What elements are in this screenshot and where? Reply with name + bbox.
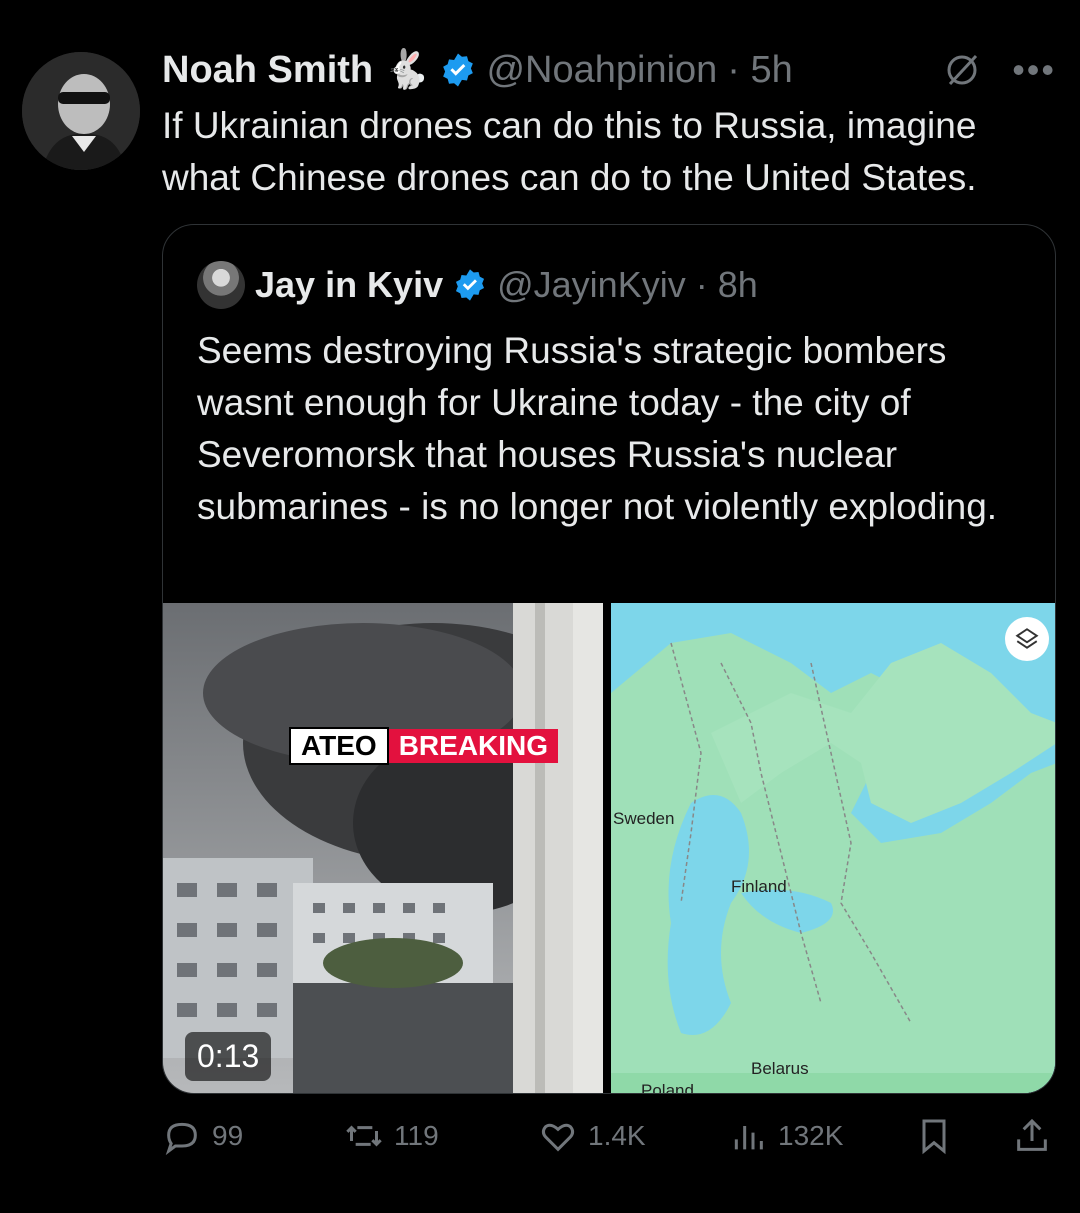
reply-icon xyxy=(165,1122,197,1156)
badge-breaking: BREAKING xyxy=(388,729,559,763)
like-button[interactable]: 1.4K xyxy=(538,1116,646,1156)
quoted-author-handle[interactable]: @JayinKyiv xyxy=(497,264,686,306)
map-embed[interactable]: Sweden Finland Belarus Poland xyxy=(611,603,1055,1094)
bookmark-icon xyxy=(922,1119,946,1155)
share-button[interactable] xyxy=(1012,1116,1052,1156)
map-label-finland: Finland xyxy=(731,877,787,896)
post-time[interactable]: · 5h xyxy=(727,49,792,92)
post-text: If Ukrainian drones can do this to Russi… xyxy=(162,105,977,198)
quoted-post-time[interactable]: · 8h xyxy=(696,264,758,306)
view-count: 132K xyxy=(778,1120,844,1151)
repost-button[interactable]: 119 xyxy=(344,1116,439,1156)
layers-icon xyxy=(1015,628,1039,649)
explosion-scene-image xyxy=(163,603,603,1093)
map-label-belarus: Belarus xyxy=(751,1059,809,1078)
repost-count: 119 xyxy=(394,1120,439,1151)
video-thumbnail[interactable]: ATEO BREAKING 0:13 xyxy=(163,603,603,1093)
map-label-sweden: Sweden xyxy=(613,809,675,828)
bookmark-button[interactable] xyxy=(914,1116,954,1156)
verified-badge-icon xyxy=(456,269,485,301)
map-layers-button[interactable] xyxy=(1005,617,1049,661)
views-button[interactable]: 132K xyxy=(728,1116,843,1156)
media-grid: ATEO BREAKING 0:13 Sweden Finland Belaru… xyxy=(163,603,1055,1094)
heart-icon xyxy=(541,1123,575,1152)
verified-badge-icon xyxy=(443,53,474,87)
author-avatar[interactable] xyxy=(22,52,140,170)
map-label-poland: Poland xyxy=(641,1081,694,1094)
repost-icon xyxy=(346,1125,382,1147)
video-duration: 0:13 xyxy=(185,1032,272,1081)
quoted-post-text: Seems destroying Russia's strategic bomb… xyxy=(197,330,998,527)
map-image xyxy=(611,603,1055,1093)
quoted-post[interactable]: Jay in Kyiv @JayinKyiv · 8h Seems destro… xyxy=(162,224,1056,1094)
quoted-post-header: Jay in Kyiv @JayinKyiv · 8h xyxy=(197,261,758,309)
quoted-author-avatar[interactable] xyxy=(197,261,245,309)
reply-count: 99 xyxy=(212,1120,244,1151)
breaking-badge: ATEO BREAKING xyxy=(289,727,559,765)
post-header: Noah Smith 🐇 @Noahpinion · 5h xyxy=(162,44,793,96)
grok-icon[interactable] xyxy=(942,50,982,90)
author-name[interactable]: Noah Smith xyxy=(162,49,373,92)
like-count: 1.4K xyxy=(588,1120,646,1151)
badge-ateo: ATEO xyxy=(289,727,389,765)
reply-button[interactable]: 99 xyxy=(162,1116,243,1156)
share-icon xyxy=(1017,1118,1047,1151)
rabbit-emoji: 🐇 xyxy=(383,49,431,91)
quoted-author-name[interactable]: Jay in Kyiv xyxy=(255,264,443,306)
author-handle[interactable]: @Noahpinion xyxy=(486,49,717,92)
more-options-icon[interactable]: ••• xyxy=(1012,52,1056,88)
action-bar: 99 119 1.4K 132K xyxy=(162,1116,1062,1160)
views-icon xyxy=(734,1126,763,1150)
